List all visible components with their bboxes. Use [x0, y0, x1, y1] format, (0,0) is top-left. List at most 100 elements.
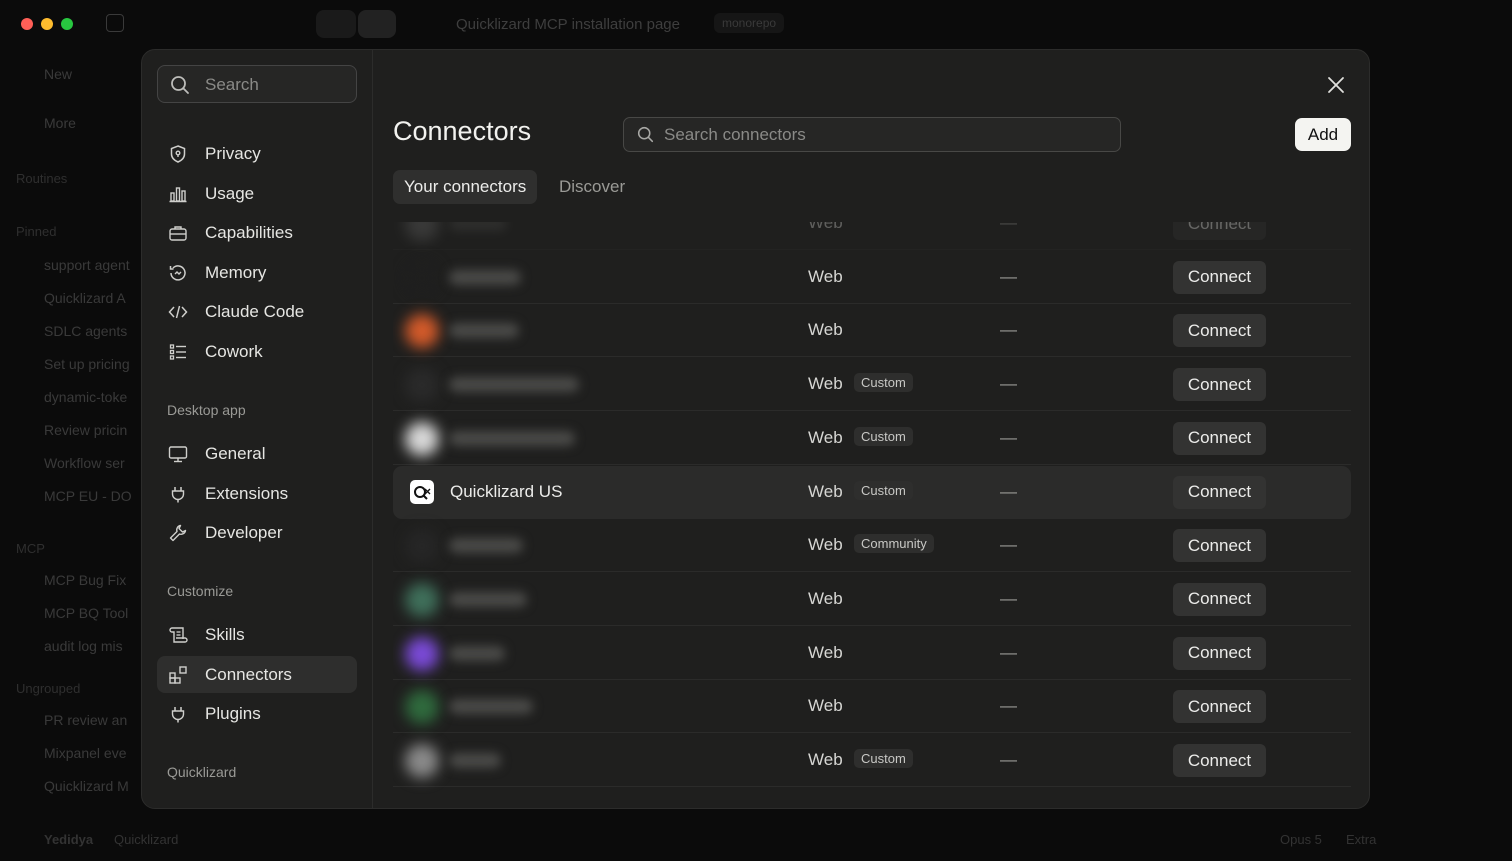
bg-chat: audit log mis — [44, 638, 123, 654]
connector-row[interactable]: Web — Connect — [393, 627, 1351, 680]
sidebar-item-skills[interactable]: Skills — [157, 616, 357, 653]
settings-search-placeholder: Search — [205, 75, 259, 94]
sidebar-item-label: Cowork — [205, 341, 263, 361]
connect-button[interactable]: Connect — [1173, 529, 1266, 563]
connect-button[interactable]: Connect — [1173, 582, 1266, 616]
connector-row[interactable]: Web — Connect — [393, 251, 1351, 304]
connect-button[interactable]: Connect — [1173, 260, 1266, 294]
connect-button[interactable]: Connect — [1173, 314, 1266, 348]
page-title: Connectors — [393, 116, 532, 146]
sidebar-item-label: Claude Code — [205, 301, 305, 321]
connector-logo-icon — [405, 421, 439, 456]
sidebar-item-label: Memory — [205, 262, 267, 282]
connector-type: Web — [808, 320, 843, 340]
tab-your-connectors[interactable]: Your connectors — [393, 170, 538, 204]
sidebar-item-cowork[interactable]: Cowork — [157, 333, 357, 370]
maximize-window-button[interactable] — [61, 18, 73, 30]
background-sidebar: New More Routines Pinned support agent Q… — [0, 50, 140, 861]
connector-status: — — [1000, 481, 1017, 501]
sidebar-item-extensions[interactable]: Extensions — [157, 475, 357, 512]
connector-status: — — [1000, 222, 1017, 232]
code-mode-button[interactable] — [358, 10, 396, 38]
connector-row[interactable]: Web Community — Connect — [393, 519, 1351, 573]
sidebar-item-memory[interactable]: Memory — [157, 254, 357, 291]
connector-logo-icon — [405, 636, 439, 671]
connector-row[interactable]: Web — Connect — [393, 222, 1351, 250]
sidebar-item-label: Capabilities — [205, 222, 293, 242]
connector-badge: Custom — [854, 426, 913, 446]
connector-logo-icon — [405, 529, 439, 564]
connect-button[interactable]: Connect — [1173, 744, 1266, 777]
connector-name-redacted — [449, 645, 505, 661]
connector-status: — — [1000, 696, 1017, 716]
connect-button[interactable]: Connect — [1173, 368, 1266, 402]
connector-row[interactable]: Web Custom — Connect — [393, 358, 1351, 412]
connector-status: — — [1000, 535, 1017, 555]
connector-logo-icon — [410, 479, 434, 504]
connector-row[interactable]: Web Custom — Connect — [393, 412, 1351, 465]
bg-chat: Set up pricing — [44, 356, 130, 372]
connect-button[interactable]: Connect — [1173, 475, 1266, 509]
plug-icon — [167, 483, 189, 505]
bg-section: MCP — [16, 541, 45, 556]
connector-badge: Community — [854, 534, 934, 554]
sidebar-item-label: General — [205, 443, 266, 463]
code-icon — [167, 301, 189, 323]
add-connector-button[interactable]: Add — [1295, 118, 1351, 151]
sidebar-item-plugins[interactable]: Plugins — [157, 695, 357, 732]
connect-button[interactable]: Connect — [1173, 222, 1266, 240]
bg-chat: Workflow ser — [44, 455, 125, 471]
sidebar-item-label: Developer — [205, 522, 283, 542]
toolbox-icon — [167, 222, 189, 244]
connector-row[interactable]: Web — Connect — [393, 680, 1351, 734]
bg-chat: support agent — [44, 257, 130, 273]
sidebar-item-privacy[interactable]: Privacy — [157, 135, 357, 172]
connector-row[interactable]: Web Custom — Connect — [393, 734, 1351, 787]
connector-row[interactable]: Web — Connect — [393, 304, 1351, 358]
sidebar-item-usage[interactable]: Usage — [157, 175, 357, 212]
connector-row[interactable]: Quicklizard US Web Custom — Connect — [393, 465, 1351, 519]
bg-user-org: Quicklizard — [114, 832, 179, 847]
close-window-button[interactable] — [21, 18, 33, 30]
sidebar-item-developer[interactable]: Developer — [157, 514, 357, 551]
close-icon[interactable] — [1325, 74, 1347, 96]
settings-modal: Search Privacy Usage Capabilities Memory… — [141, 49, 1370, 809]
sidebar-item-connectors[interactable]: Connectors — [157, 656, 357, 693]
monitor-icon — [167, 443, 189, 465]
connector-status: — — [1000, 266, 1017, 286]
section-org: Quicklizard — [167, 764, 237, 780]
connect-button[interactable]: Connect — [1173, 421, 1266, 455]
sidebar-item-label: Extensions — [205, 483, 289, 503]
section-desktop-app: Desktop app — [167, 402, 246, 418]
connector-status: — — [1000, 427, 1017, 447]
plug-icon — [167, 703, 189, 725]
connector-badge: Custom — [854, 480, 913, 500]
bg-model-label: Opus 5 — [1280, 832, 1322, 847]
bg-routines: Routines — [16, 171, 68, 186]
bg-chat: PR review an — [44, 712, 128, 728]
connect-button[interactable]: Connect — [1173, 636, 1266, 670]
settings-search-input[interactable]: Search — [157, 65, 357, 103]
connector-name-redacted — [449, 699, 533, 715]
chat-mode-button[interactable] — [316, 10, 356, 38]
sidebar-item-capabilities[interactable]: Capabilities — [157, 214, 357, 251]
sidebar-toggle-icon[interactable] — [106, 14, 124, 32]
connector-type: Web — [808, 374, 843, 394]
connector-search-input[interactable]: Search connectors — [623, 117, 1121, 152]
bg-section: Ungrouped — [16, 681, 81, 696]
sidebar-item-general[interactable]: General — [157, 435, 357, 472]
tab-discover[interactable]: Discover — [548, 170, 636, 204]
connector-name-redacted — [449, 753, 501, 768]
connect-button[interactable]: Connect — [1173, 690, 1266, 724]
window-titlebar: Quicklizard MCP installation page monore… — [0, 0, 1512, 48]
connector-logo-icon — [405, 368, 439, 403]
connectors-panel: Connectors Search connectors Add Your co… — [373, 50, 1369, 808]
connector-row[interactable]: Web — Connect — [393, 573, 1351, 626]
minimize-window-button[interactable] — [41, 18, 53, 30]
connector-badge: Custom — [854, 373, 913, 393]
connector-logo-icon — [405, 690, 439, 725]
connector-type: Web — [808, 588, 843, 608]
sidebar-item-claude-code[interactable]: Claude Code — [157, 293, 357, 330]
bg-extra-label: Extra — [1346, 832, 1377, 847]
bg-chat: MCP EU - DO — [44, 488, 132, 504]
